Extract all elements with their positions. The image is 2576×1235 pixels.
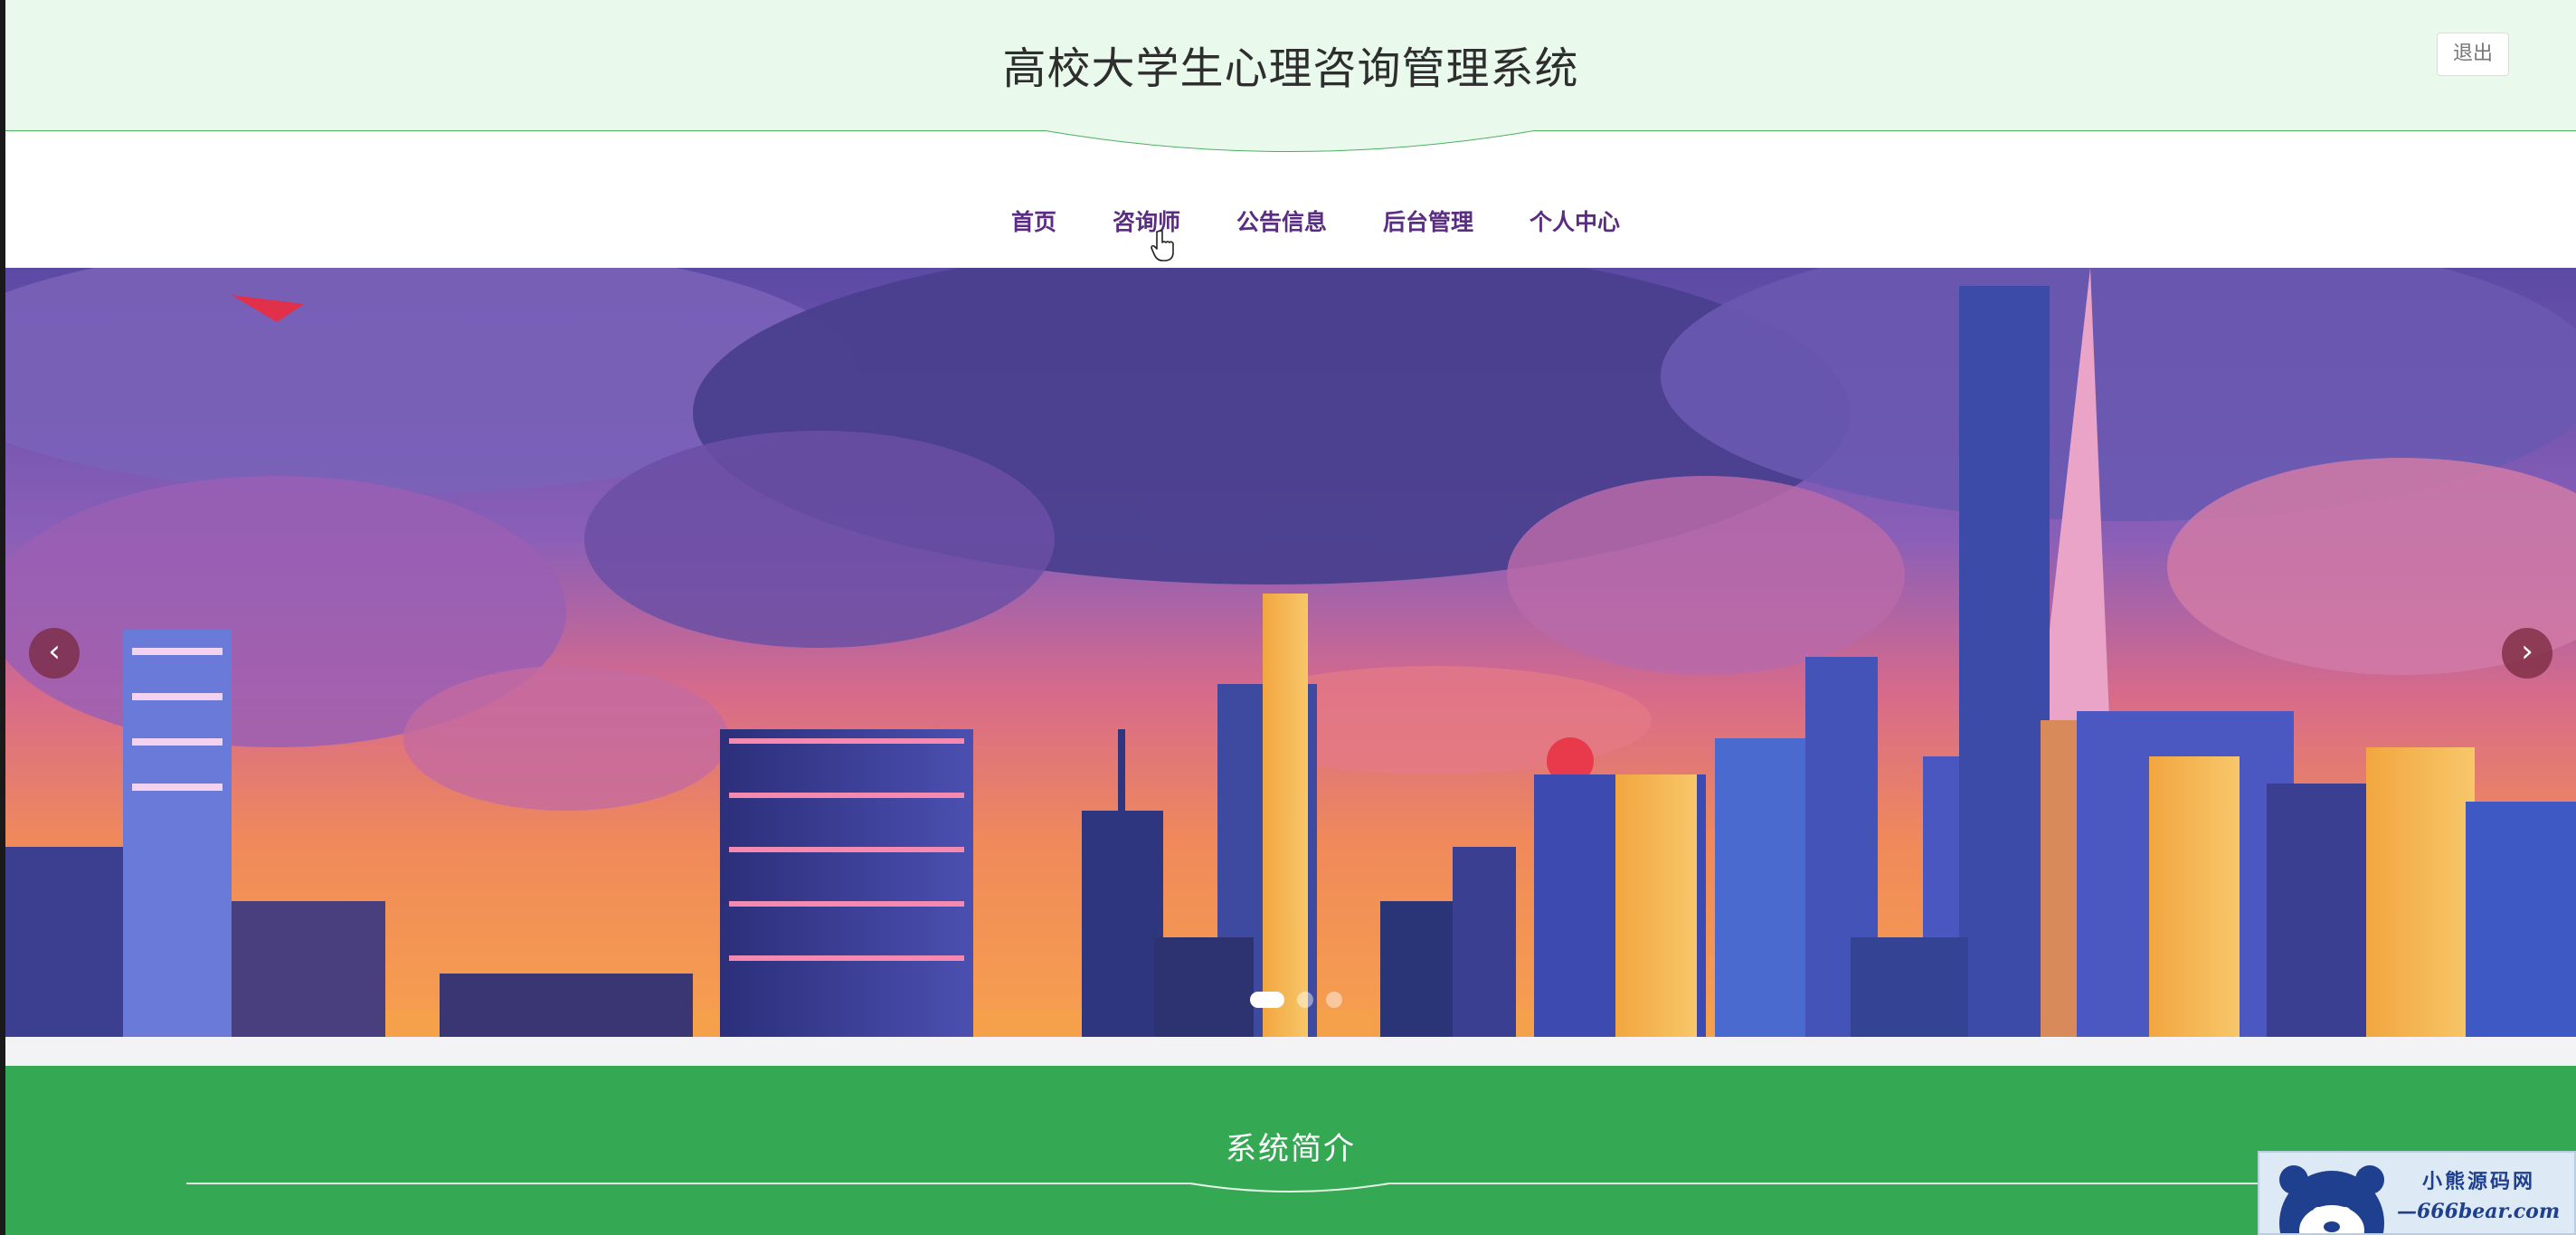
system-intro-section: 系统简介 xyxy=(5,1066,2576,1235)
main-nav: 首页 咨询师 公告信息 后台管理 个人中心 xyxy=(5,165,2576,282)
carousel-next-button[interactable]: › xyxy=(2502,628,2552,679)
nav-item-label: 首页 xyxy=(1010,209,1056,235)
site-title: 高校大学生心理咨询管理系统 xyxy=(1002,43,1579,94)
chevron-left-icon: ‹ xyxy=(48,633,61,670)
nav-item-profile[interactable]: 个人中心 xyxy=(1530,204,1620,237)
carousel-dot-1[interactable] xyxy=(1250,992,1284,1008)
carousel-dot-2[interactable] xyxy=(1297,992,1313,1008)
nav-item-label: 公告信息 xyxy=(1236,209,1327,235)
section-title: 系统简介 xyxy=(1226,1131,1356,1167)
chevron-right-icon: › xyxy=(2521,633,2533,670)
hand-cursor-icon xyxy=(1151,230,1174,261)
nav-item-admin[interactable]: 后台管理 xyxy=(1383,204,1473,237)
bear-logo-icon xyxy=(2279,1165,2384,1233)
page: 高校大学生心理咨询管理系统 退出 首页 咨询师 公告信息 后台管理 个人中心 ‹… xyxy=(0,0,2576,1235)
nav-item-label: 个人中心 xyxy=(1530,209,1621,235)
logout-button[interactable]: 退出 xyxy=(2437,33,2509,76)
header-divider-curve xyxy=(5,119,2576,152)
section-divider-curve xyxy=(186,1183,2393,1192)
header: 高校大学生心理咨询管理系统 退出 xyxy=(5,0,2576,130)
nav-item-announcements[interactable]: 公告信息 xyxy=(1236,204,1327,237)
watermark-url: —666bear.com— xyxy=(2397,1200,2561,1235)
carousel-prev-button[interactable]: ‹ xyxy=(29,628,80,679)
carousel-dot-3[interactable] xyxy=(1326,992,1342,1008)
nav-item-label: 后台管理 xyxy=(1383,209,1474,235)
carousel-indicators xyxy=(1250,992,1342,1008)
banner-carousel[interactable]: ‹ › xyxy=(5,268,2576,1037)
nav-item-home[interactable]: 首页 xyxy=(985,204,1076,282)
watermark-title: 小熊源码网 xyxy=(2422,1170,2536,1193)
city-skyline-illustration xyxy=(5,268,2576,1037)
site-watermark: 小熊源码网 —666bear.com— xyxy=(2258,1151,2576,1235)
banner-bottom-strip xyxy=(5,1037,2576,1066)
